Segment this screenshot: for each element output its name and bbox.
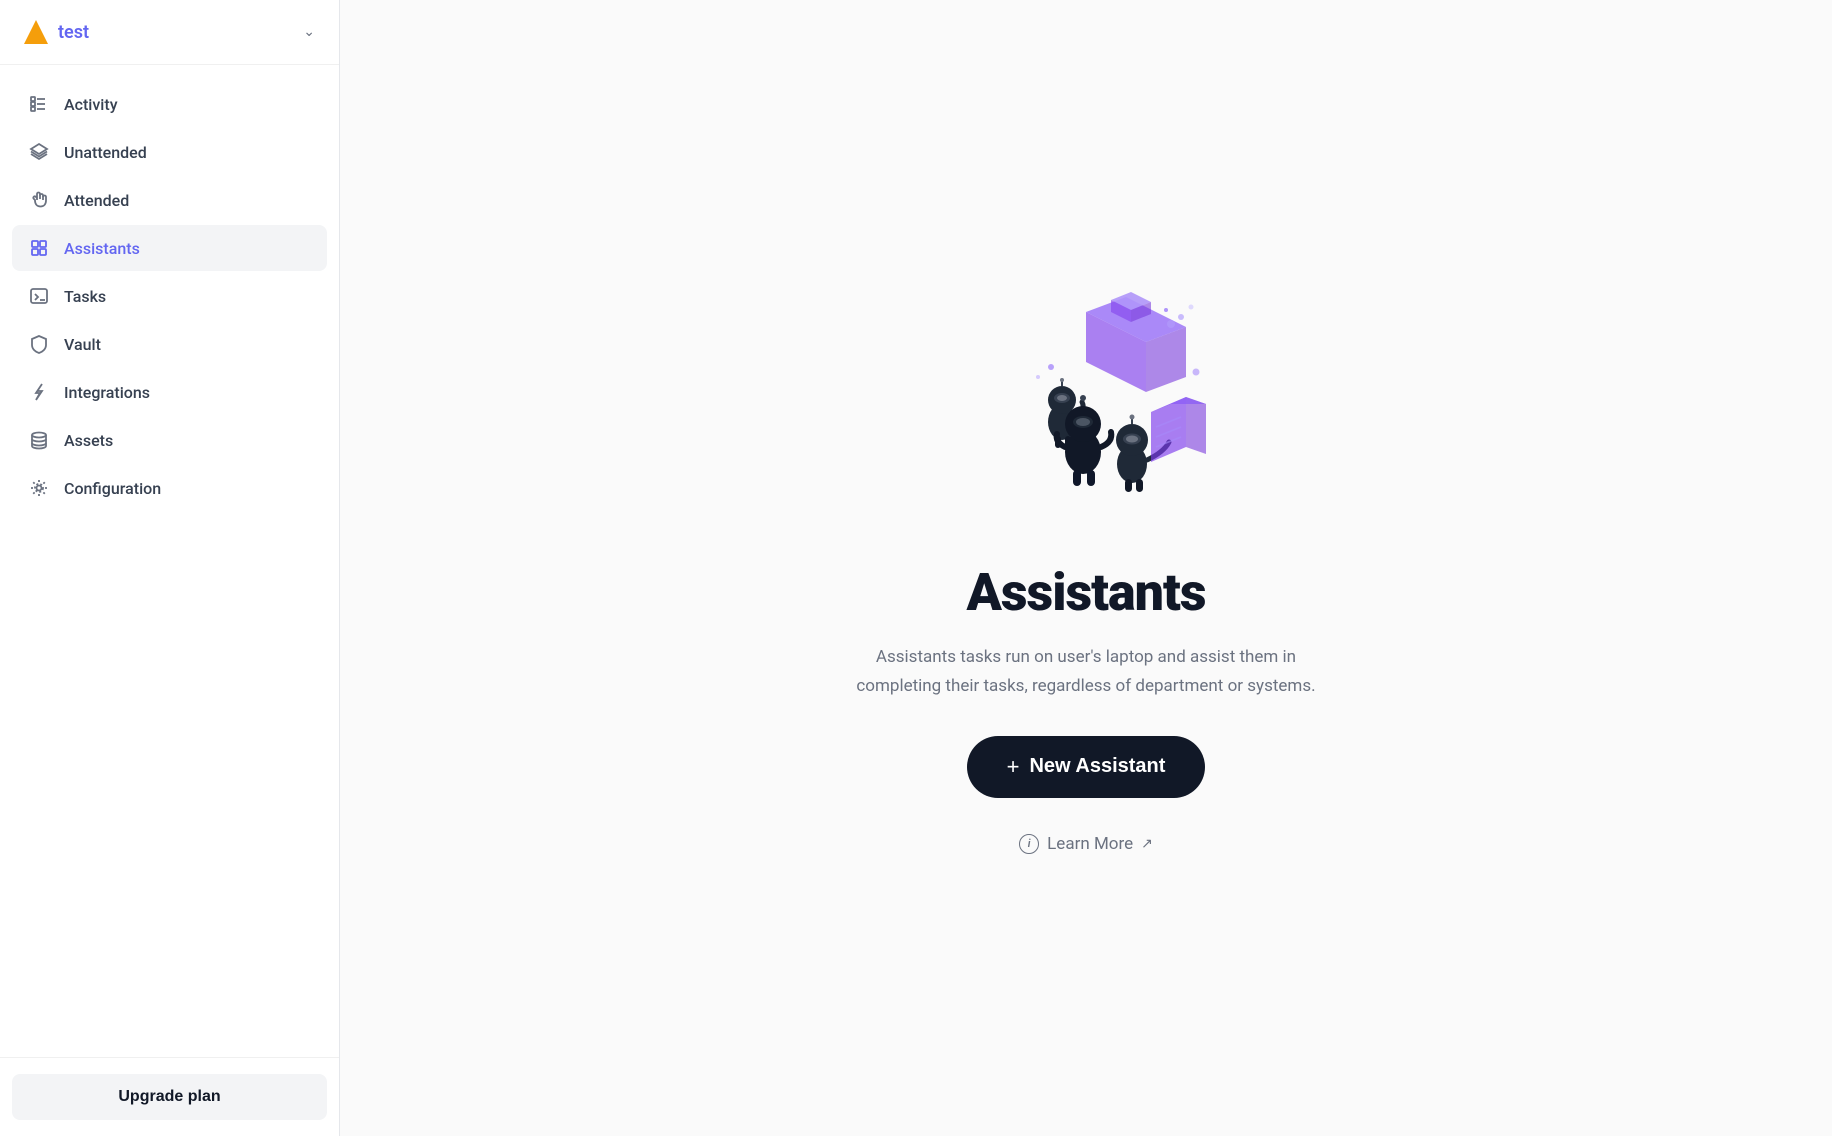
assistants-icon <box>28 237 50 259</box>
hand-icon <box>28 189 50 211</box>
sidebar-item-tasks-label: Tasks <box>64 287 106 306</box>
plus-icon: + <box>1007 754 1020 780</box>
sidebar-item-tasks[interactable]: Tasks <box>12 273 327 319</box>
upgrade-plan-button[interactable]: Upgrade plan <box>12 1074 327 1120</box>
sidebar-item-assistants[interactable]: Assistants <box>12 225 327 271</box>
sidebar-item-configuration-label: Configuration <box>64 479 161 498</box>
sidebar-item-unattended[interactable]: Unattended <box>12 129 327 175</box>
sidebar-item-activity[interactable]: Activity <box>12 81 327 127</box>
database-icon <box>28 429 50 451</box>
chevron-down-icon: ⌄ <box>303 24 315 40</box>
sidebar-footer: Upgrade plan <box>0 1057 339 1136</box>
sidebar-item-assets[interactable]: Assets <box>12 417 327 463</box>
new-assistant-label: New Assistant <box>1029 755 1165 778</box>
sidebar-item-configuration[interactable]: Configuration <box>12 465 327 511</box>
assistants-illustration <box>956 282 1216 542</box>
sidebar-item-attended-label: Attended <box>64 191 129 210</box>
sidebar-item-vault[interactable]: Vault <box>12 321 327 367</box>
sidebar: test ⌄ Activity <box>0 0 340 1136</box>
workspace-name: test <box>58 22 89 43</box>
sidebar-nav: Activity Unattended Attend <box>0 65 339 1057</box>
sidebar-item-integrations-label: Integrations <box>64 383 150 402</box>
new-assistant-button[interactable]: + New Assistant <box>967 736 1206 798</box>
sidebar-item-assets-label: Assets <box>64 431 113 450</box>
terminal-icon <box>28 285 50 307</box>
sidebar-item-unattended-label: Unattended <box>64 143 147 162</box>
assistants-empty-state: Assistants Assistants tasks run on user'… <box>856 282 1316 853</box>
learn-more-label: Learn More <box>1047 834 1133 854</box>
sidebar-item-activity-label: Activity <box>64 95 118 114</box>
learn-more-link[interactable]: i Learn More ↗ <box>1019 834 1153 854</box>
warning-icon <box>24 20 48 44</box>
list-icon <box>28 93 50 115</box>
layers-icon <box>28 141 50 163</box>
shield-icon <box>28 333 50 355</box>
settings-icon <box>28 477 50 499</box>
assistants-description: Assistants tasks run on user's laptop an… <box>856 643 1316 699</box>
sidebar-item-vault-label: Vault <box>64 335 101 354</box>
external-link-icon: ↗ <box>1141 836 1153 852</box>
sidebar-item-integrations[interactable]: Integrations <box>12 369 327 415</box>
assistants-page-title: Assistants <box>966 562 1205 623</box>
main-content: Assistants Assistants tasks run on user'… <box>340 0 1832 1136</box>
sidebar-item-assistants-label: Assistants <box>64 239 140 258</box>
workspace-header[interactable]: test ⌄ <box>0 0 339 65</box>
sidebar-item-attended[interactable]: Attended <box>12 177 327 223</box>
info-icon: i <box>1019 834 1039 854</box>
bolt-icon <box>28 381 50 403</box>
